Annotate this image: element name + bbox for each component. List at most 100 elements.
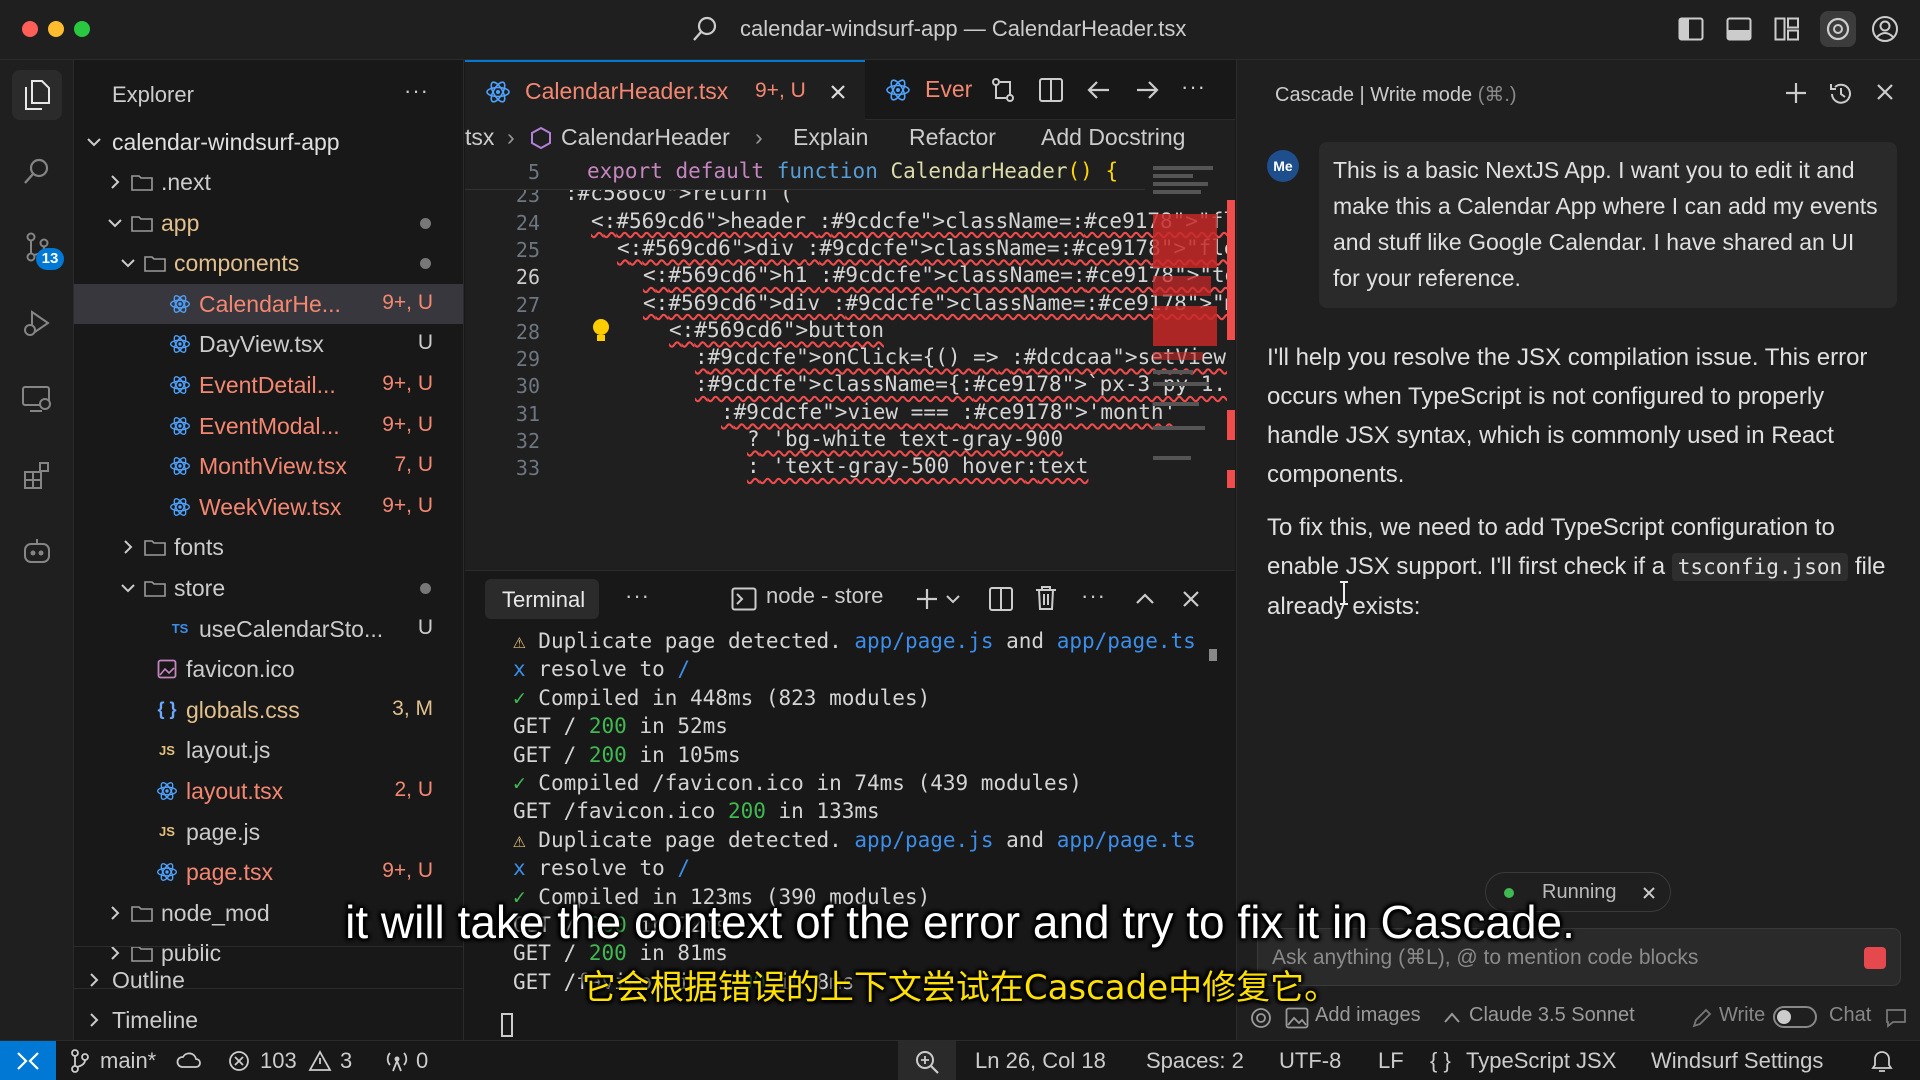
source-control-icon[interactable]: 13 [12, 222, 64, 272]
ports-antenna-icon[interactable] [384, 1050, 410, 1072]
codelens-refactor[interactable]: Refactor [909, 124, 996, 151]
codelens-explain[interactable]: Explain [793, 124, 868, 151]
compare-changes-icon[interactable] [989, 76, 1017, 104]
customize-layout-icon[interactable] [1772, 14, 1802, 44]
encoding[interactable]: UTF-8 [1279, 1048, 1341, 1074]
tree-item-layout-js[interactable]: JS layout.js [74, 730, 463, 770]
tree-item-globals-css[interactable]: { } globals.css 3, M [74, 690, 463, 730]
tree-item-store[interactable]: store [74, 568, 463, 608]
window-title[interactable]: calendar-windsurf-app — CalendarHeader.t… [740, 16, 1186, 42]
close-tab-icon[interactable] [830, 84, 846, 100]
close-cascade-icon[interactable] [1875, 82, 1895, 102]
arrow-right-icon[interactable] [1133, 76, 1161, 104]
codelens-add-docstring[interactable]: Add Docstring [1041, 124, 1185, 151]
tree-item-monthview-tsx[interactable]: MonthView.tsx 7, U [74, 446, 463, 486]
chevron-down-icon[interactable] [945, 591, 961, 607]
tree-item-page-js[interactable]: JS page.js [74, 812, 463, 852]
outline-section[interactable]: Outline [74, 960, 463, 1000]
toggle-primary-sidebar-icon[interactable] [1676, 14, 1706, 44]
breadcrumb-file[interactable]: tsx [465, 124, 494, 151]
code-editor[interactable]: tsx › CalendarHeader › Explain Refactor … [465, 120, 1235, 570]
branch-name[interactable]: main* [100, 1048, 156, 1074]
stop-running-icon[interactable] [1642, 886, 1656, 900]
windsurf-logo-icon[interactable] [1820, 11, 1856, 47]
close-window-button[interactable] [22, 21, 38, 37]
cascade-input[interactable]: Ask anything (⌘L), @ to mention code blo… [1257, 928, 1901, 986]
tree-item-calendarhe[interactable]: CalendarHe... 9+, U [74, 283, 463, 324]
maximize-panel-icon[interactable] [1133, 587, 1157, 611]
zoom-button[interactable] [898, 1041, 956, 1080]
tree-item-node-mod[interactable]: node_mod [74, 893, 463, 933]
tree-item--next[interactable]: .next [74, 162, 463, 202]
windsurf-settings[interactable]: Windsurf Settings [1651, 1048, 1823, 1074]
tree-item-dayview-tsx[interactable]: DayView.tsx U [74, 324, 463, 364]
toggle-panel-icon[interactable] [1724, 14, 1754, 44]
add-terminal-icon[interactable] [913, 585, 941, 613]
timeline-section[interactable]: Timeline [74, 1000, 463, 1040]
explorer-more-button[interactable]: ··· [404, 78, 429, 104]
tree-item-layout-tsx[interactable]: layout.tsx 2, U [74, 771, 463, 811]
image-icon[interactable] [1285, 1007, 1309, 1029]
add-images-button[interactable]: Add images [1315, 1004, 1421, 1027]
tree-item-weekview-tsx[interactable]: WeekView.tsx 9+, U [74, 487, 463, 527]
split-editor-icon[interactable] [1037, 76, 1065, 104]
terminal-more-button[interactable]: ··· [1081, 583, 1106, 609]
new-conversation-icon[interactable] [1783, 80, 1809, 106]
run-debug-icon[interactable] [12, 298, 62, 348]
trash-icon[interactable] [1033, 584, 1059, 612]
minimap[interactable] [1145, 156, 1225, 570]
lightbulb-icon[interactable] [592, 318, 610, 344]
tree-item-components[interactable]: components [74, 243, 463, 283]
tree-item-fonts[interactable]: fonts [74, 527, 463, 567]
model-selector[interactable]: Claude 3.5 Sonnet [1469, 1004, 1635, 1027]
panel-more-button[interactable]: ··· [625, 583, 650, 609]
breadcrumb-symbol[interactable]: CalendarHeader [561, 124, 730, 151]
tree-item-app[interactable]: app [74, 203, 463, 243]
notifications-bell-icon[interactable] [1870, 1049, 1894, 1075]
error-icon[interactable] [228, 1050, 250, 1072]
editor-more-button[interactable]: ··· [1181, 74, 1206, 100]
scrollbar[interactable] [1227, 190, 1235, 570]
stop-button[interactable] [1864, 947, 1886, 969]
extensions-icon[interactable] [12, 450, 62, 500]
chat-mode-label[interactable]: Chat [1829, 1004, 1871, 1027]
search-view-icon[interactable] [12, 146, 62, 196]
warning-count[interactable]: 3 [340, 1048, 352, 1074]
sync-cloud-icon[interactable] [176, 1050, 202, 1072]
tab-eventstore[interactable]: Ever [865, 60, 1005, 120]
error-count[interactable]: 103 [260, 1048, 297, 1074]
tree-item-page-tsx[interactable]: page.tsx 9+, U [74, 852, 463, 892]
chevron-up-icon[interactable] [1443, 1010, 1461, 1024]
close-panel-icon[interactable] [1181, 589, 1201, 609]
inline-code[interactable]: tsconfig.json [1671, 553, 1849, 581]
split-terminal-icon[interactable] [987, 585, 1015, 613]
mode-toggle[interactable] [1773, 1006, 1817, 1028]
copilot-robot-icon[interactable] [12, 526, 62, 576]
tree-root-folder[interactable]: calendar-windsurf-app [74, 122, 463, 162]
explorer-icon[interactable] [12, 70, 62, 120]
tree-item-eventmodal[interactable]: EventModal... 9+, U [74, 406, 463, 446]
account-icon[interactable] [1870, 14, 1900, 44]
tab-terminal[interactable]: Terminal [485, 579, 599, 619]
language-mode[interactable]: TypeScript JSX [1466, 1048, 1616, 1074]
arrow-left-icon[interactable] [1085, 76, 1113, 104]
search-icon[interactable] [690, 14, 720, 44]
remote-explorer-icon[interactable] [12, 374, 62, 424]
warning-icon[interactable] [308, 1050, 332, 1072]
tree-item-usecalendarsto[interactable]: TS useCalendarSto... U [74, 609, 463, 649]
minimize-window-button[interactable] [48, 21, 64, 37]
remote-indicator[interactable] [0, 1041, 56, 1080]
write-mode-label[interactable]: Write [1719, 1004, 1765, 1027]
indentation[interactable]: Spaces: 2 [1146, 1048, 1244, 1074]
end-of-line[interactable]: LF [1378, 1048, 1404, 1074]
sticky-scroll[interactable]: 5 export default function CalendarHeader… [465, 156, 1145, 190]
tree-item-eventdetail[interactable]: EventDetail... 9+, U [74, 365, 463, 405]
terminal-shell-selector[interactable]: node - store [766, 583, 883, 609]
zoom-window-button[interactable] [74, 21, 90, 37]
history-icon[interactable] [1827, 80, 1855, 108]
ports-count[interactable]: 0 [416, 1048, 428, 1074]
tab-calendarheader[interactable]: CalendarHeader.tsx 9+, U [465, 60, 865, 120]
mention-icon[interactable] [1249, 1006, 1273, 1030]
terminal-scrollbar[interactable] [1209, 649, 1217, 661]
cursor-position[interactable]: Ln 26, Col 18 [975, 1048, 1106, 1074]
